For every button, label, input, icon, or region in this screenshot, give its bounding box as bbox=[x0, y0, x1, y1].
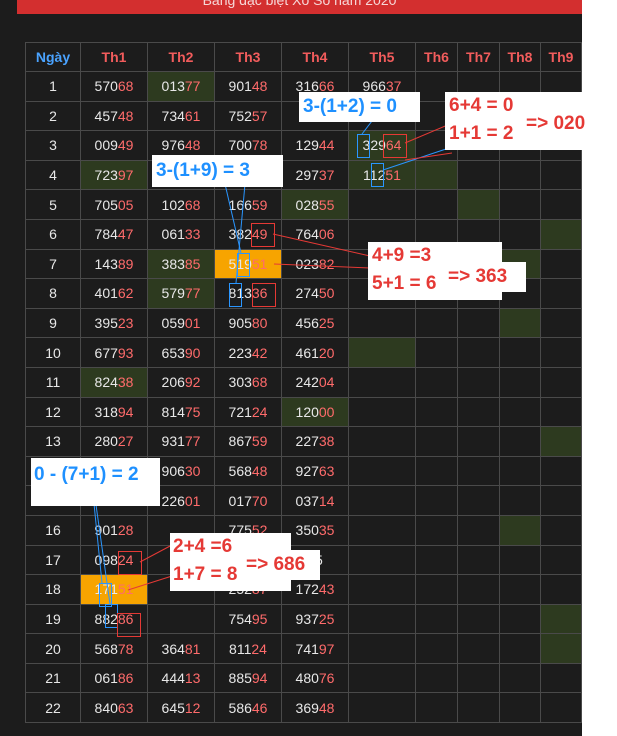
annotation-label: 0 - (7+1) = 2 bbox=[31, 458, 160, 506]
annotation-line: => 363 bbox=[448, 266, 508, 287]
connector-line bbox=[95, 504, 111, 605]
annotation-label: => 686 bbox=[244, 550, 320, 580]
connector-line bbox=[139, 544, 173, 563]
annotation-line: => 686 bbox=[246, 554, 306, 575]
connector-line bbox=[272, 233, 371, 257]
annotation-label: => 363 bbox=[446, 262, 526, 292]
screenshot-stage: Bảng đặc biệt Xổ Số năm 2020 Ngày Th1 Th2 T… bbox=[0, 0, 617, 736]
connector-line bbox=[127, 575, 173, 591]
annotation-line: 3-(1+2) = 0 bbox=[303, 96, 397, 117]
annotation-label: 3-(1+9) = 3 bbox=[152, 155, 283, 187]
annotation-line: 3-(1+9) = 3 bbox=[156, 160, 250, 181]
connector-line bbox=[224, 183, 242, 254]
connector-line bbox=[404, 152, 453, 161]
annotation-line: => 020 bbox=[526, 113, 586, 134]
annotation-label: 3-(1+2) = 0 bbox=[299, 92, 420, 122]
connector-line bbox=[404, 123, 451, 144]
annotation-label: => 020 bbox=[526, 110, 594, 138]
connector-line bbox=[361, 120, 373, 135]
connector-line bbox=[273, 263, 371, 269]
connector-line bbox=[235, 183, 246, 284]
annotation-line: 0 - (7+1) = 2 bbox=[34, 464, 139, 485]
